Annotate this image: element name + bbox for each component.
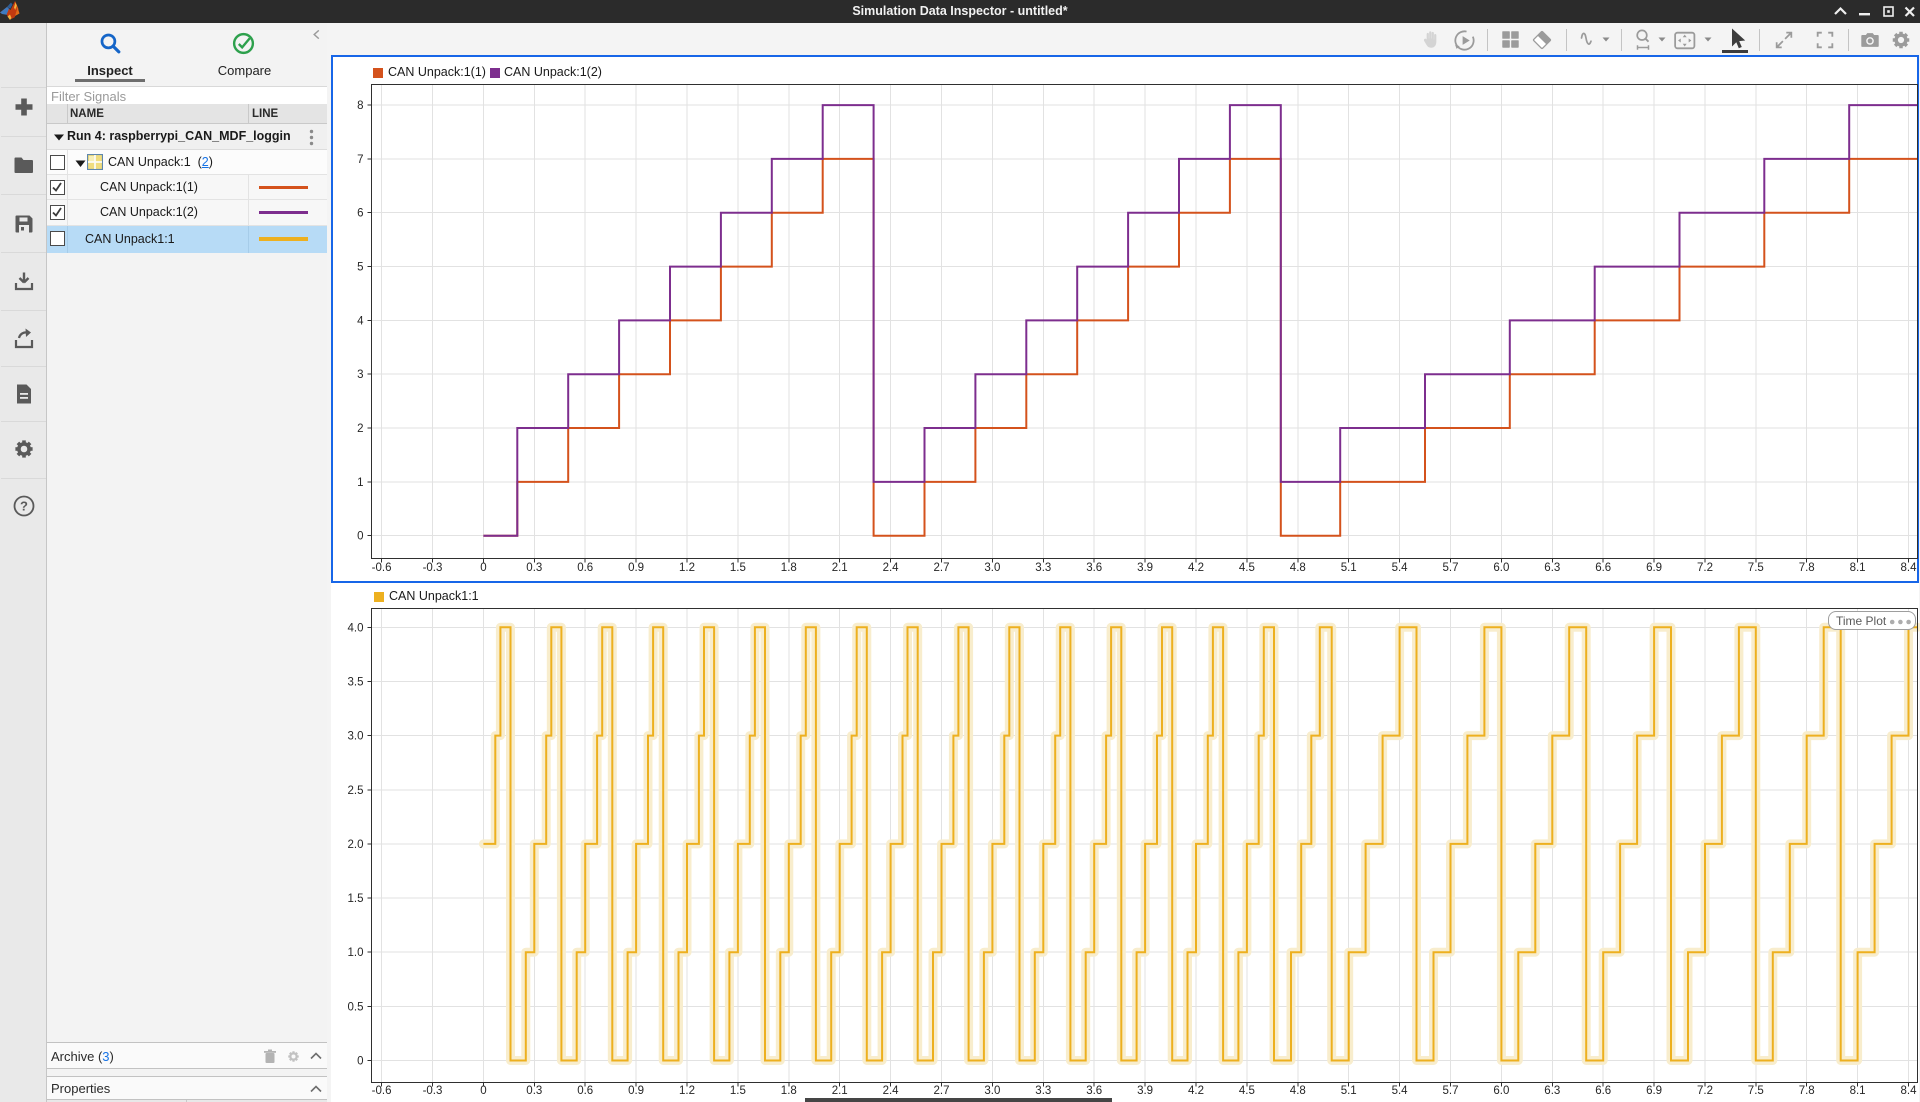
svg-text:0: 0: [357, 1056, 363, 1068]
svg-text:4.2: 4.2: [1188, 1085, 1204, 1097]
svg-text:2.7: 2.7: [934, 1085, 950, 1097]
svg-text:2.0: 2.0: [348, 839, 364, 851]
svg-text:3.6: 3.6: [1086, 1085, 1102, 1097]
svg-text:6.6: 6.6: [1595, 1085, 1611, 1097]
svg-text:0: 0: [480, 1085, 486, 1097]
svg-text:1.5: 1.5: [730, 1085, 746, 1097]
svg-text:2.1: 2.1: [832, 1085, 848, 1097]
svg-text:2.4: 2.4: [883, 1085, 900, 1097]
svg-text:4.5: 4.5: [1239, 1085, 1255, 1097]
svg-text:6.3: 6.3: [1544, 1085, 1560, 1097]
svg-text:8.4: 8.4: [1901, 1085, 1918, 1097]
svg-text:3.5: 3.5: [348, 677, 364, 689]
svg-text:1.8: 1.8: [781, 1085, 797, 1097]
svg-text:1.0: 1.0: [348, 947, 364, 959]
svg-text:4.0: 4.0: [348, 622, 364, 634]
svg-text:2.5: 2.5: [348, 785, 364, 797]
svg-text:6.9: 6.9: [1646, 1085, 1662, 1097]
svg-text:0.9: 0.9: [628, 1085, 644, 1097]
svg-text:5.7: 5.7: [1443, 1085, 1459, 1097]
svg-text:3.0: 3.0: [984, 1085, 1000, 1097]
svg-text:7.8: 7.8: [1799, 1085, 1815, 1097]
svg-text:8.1: 8.1: [1850, 1085, 1866, 1097]
svg-text:3.0: 3.0: [348, 731, 364, 743]
svg-text:7.2: 7.2: [1697, 1085, 1713, 1097]
svg-text:5.1: 5.1: [1341, 1085, 1357, 1097]
svg-text:-0.6: -0.6: [372, 1085, 392, 1097]
svg-text:6.0: 6.0: [1493, 1085, 1509, 1097]
svg-text:0.5: 0.5: [348, 1001, 364, 1013]
svg-text:5.4: 5.4: [1392, 1085, 1409, 1097]
svg-text:-0.3: -0.3: [423, 1085, 443, 1097]
svg-text:1.5: 1.5: [348, 893, 364, 905]
svg-text:4.8: 4.8: [1290, 1085, 1306, 1097]
svg-text:0.3: 0.3: [526, 1085, 542, 1097]
svg-text:7.5: 7.5: [1748, 1085, 1764, 1097]
svg-text:3.9: 3.9: [1137, 1085, 1153, 1097]
svg-text:0.6: 0.6: [577, 1085, 593, 1097]
svg-text:3.3: 3.3: [1035, 1085, 1051, 1097]
svg-text:1.2: 1.2: [679, 1085, 695, 1097]
